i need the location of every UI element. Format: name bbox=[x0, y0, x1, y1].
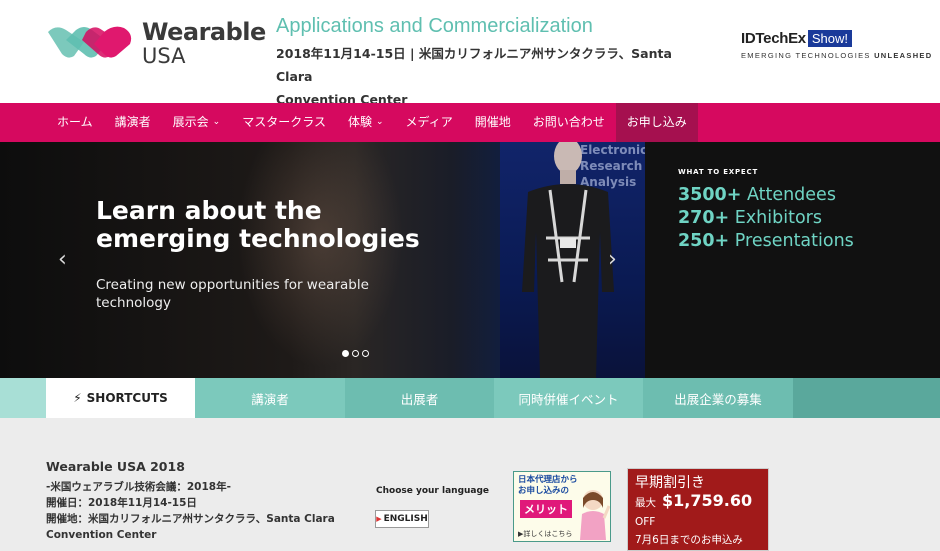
logo-subtitle: USA bbox=[142, 44, 186, 68]
language-english-button[interactable]: ▶ ENGLISH bbox=[375, 510, 429, 528]
carousel-prev-arrow-icon[interactable]: ‹ bbox=[58, 247, 67, 272]
shortcut-exhibitors[interactable]: 出展者 bbox=[345, 378, 494, 418]
nav-label: 体験 bbox=[347, 115, 372, 129]
stat-number: 250+ bbox=[678, 231, 730, 251]
shortcut-speakers[interactable]: 講演者 bbox=[195, 378, 345, 418]
stat-label: Presentations bbox=[729, 231, 854, 251]
hero-image-highlight bbox=[230, 142, 410, 378]
carousel-next-arrow-icon[interactable]: › bbox=[608, 247, 617, 272]
nav-item-contact[interactable]: お問い合わせ bbox=[522, 103, 616, 142]
agent-merit-banner[interactable]: 日本代理店から お申し込みの メリット ▶詳しくはこちら bbox=[513, 471, 611, 542]
early-bird-price: $1,759.60 bbox=[662, 491, 753, 510]
nav-label: ホーム bbox=[57, 115, 93, 129]
nav-label: お申し込み bbox=[626, 115, 687, 129]
nav-item-home[interactable]: ホーム bbox=[46, 103, 104, 142]
tagline-bold: UNLEASHED bbox=[874, 51, 933, 60]
nav-item-exhibition[interactable]: 展示会 ⌄ bbox=[162, 103, 232, 142]
early-bird-title: 早期割引き bbox=[635, 475, 705, 491]
early-bird-banner[interactable]: 早期割引き 最大 $1,759.60 OFF 7月6日までのお申込み bbox=[627, 468, 769, 551]
idtechex-show-badge: Show! bbox=[807, 30, 852, 47]
idtechex-tagline: EMERGING TECHNOLOGIES UNLEASHED bbox=[741, 51, 931, 60]
shortcut-label: 出展者 bbox=[400, 391, 439, 407]
carousel-dot-3[interactable] bbox=[362, 350, 369, 357]
shortcuts-bar: ⚡ SHORTCUTS 講演者 出展者 同時併催イベント 出展企業の募集 bbox=[0, 378, 940, 418]
nav-label: 講演者 bbox=[114, 115, 151, 129]
stat-attendees: 3500+ Attendees bbox=[678, 184, 836, 206]
stat-number: 3500+ bbox=[678, 185, 742, 205]
nav-label: マスタークラス bbox=[242, 115, 326, 129]
idtechex-name: IDTechEx bbox=[741, 30, 806, 47]
hero-headline: Learn about the emerging technologies bbox=[96, 196, 420, 253]
lightning-icon: ⚡ bbox=[73, 391, 82, 405]
hero-carousel: Electronics Research & Analysis Learn ab… bbox=[0, 142, 940, 378]
nav-item-speakers[interactable]: 講演者 bbox=[104, 103, 162, 142]
shortcut-label: 講演者 bbox=[251, 391, 289, 407]
tab-label: SHORTCUTS bbox=[86, 391, 168, 405]
tab-shortcuts[interactable]: ⚡ SHORTCUTS bbox=[46, 378, 195, 418]
stat-label: Exhibitors bbox=[729, 208, 822, 228]
hero-subtext: Creating new opportunities for wearable … bbox=[96, 277, 369, 311]
nav-label: 展示会 bbox=[172, 115, 209, 129]
summary-subtitle: -米国ウェアラブル技術会議：2018年- bbox=[46, 481, 231, 493]
shortcuts-end bbox=[793, 378, 940, 418]
logo-title: Wearable bbox=[142, 18, 266, 46]
nav-item-register[interactable]: お申し込み bbox=[615, 103, 698, 142]
nav-label: 開催地 bbox=[474, 115, 511, 129]
nav-item-experience[interactable]: 体験 ⌄ bbox=[337, 103, 395, 142]
wearable-logo-icon bbox=[48, 26, 132, 58]
site-logo[interactable]: Wearable USA bbox=[46, 20, 266, 70]
merit-link: ▶詳しくはこちら bbox=[518, 530, 573, 538]
nav-item-masterclass[interactable]: マスタークラス bbox=[231, 103, 337, 142]
language-label: Choose your language bbox=[376, 486, 490, 496]
early-bird-deadline: 7月6日までのお申込み bbox=[635, 534, 743, 546]
event-date-location: 2018年11月14-15日 | 米国カリフォルニア州サンタクララ、Santa … bbox=[276, 42, 696, 111]
event-info: Applications and Commercialization 2018年… bbox=[276, 14, 696, 111]
nav-item-venue[interactable]: 開催地 bbox=[464, 103, 522, 142]
carousel-dot-2[interactable] bbox=[352, 350, 359, 357]
what-to-expect-label: WHAT TO EXPECT bbox=[678, 168, 759, 176]
site-header: Wearable USA Applications and Commercial… bbox=[0, 0, 940, 107]
carousel-dot-1[interactable] bbox=[342, 350, 349, 357]
early-bird-off: OFF bbox=[635, 516, 656, 528]
idtechex-logo[interactable]: IDTechEx Show! EMERGING TECHNOLOGIES UNL… bbox=[741, 30, 931, 60]
summary-title: Wearable USA 2018 bbox=[46, 459, 185, 474]
stat-presentations: 250+ Presentations bbox=[678, 230, 854, 252]
event-summary-section: Wearable USA 2018 -米国ウェアラブル技術会議：2018年- 開… bbox=[0, 418, 940, 551]
merit-heading: 日本代理店から お申し込みの bbox=[518, 475, 578, 497]
event-title: Applications and Commercialization bbox=[276, 15, 593, 37]
event-date-line1: 2018年11月14-15日 | 米国カリフォルニア州サンタクララ、Santa … bbox=[276, 46, 672, 84]
early-bird-max-label: 最大 bbox=[635, 497, 656, 509]
shortcut-colocated-events[interactable]: 同時併催イベント bbox=[494, 378, 643, 418]
tagline-light: EMERGING TECHNOLOGIES bbox=[741, 51, 875, 60]
nav-label: お問い合わせ bbox=[532, 115, 605, 129]
shortcut-label: 同時併催イベント bbox=[518, 391, 619, 407]
main-nav: ホーム 講演者 展示会 ⌄ マスタークラス 体験 ⌄ メディア 開催地 お問い合わせ… bbox=[0, 103, 940, 142]
chevron-down-icon: ⌄ bbox=[212, 117, 221, 127]
flag-icon: ▶ bbox=[376, 515, 382, 523]
hero-stats-panel bbox=[645, 142, 940, 378]
shortcut-label: 出展企業の募集 bbox=[674, 391, 762, 407]
merit-line1: 日本代理店から bbox=[518, 475, 578, 485]
merit-badge: メリット bbox=[520, 500, 572, 518]
chevron-down-icon: ⌄ bbox=[376, 117, 384, 127]
stat-label: Attendees bbox=[741, 185, 836, 205]
shortcut-exhibitor-recruitment[interactable]: 出展企業の募集 bbox=[643, 378, 793, 418]
summary-dates: 開催日：2018年11月14-15日 bbox=[46, 497, 197, 509]
woman-illustration-icon bbox=[580, 490, 610, 540]
carousel-dots bbox=[342, 350, 369, 357]
stat-exhibitors: 270+ Exhibitors bbox=[678, 207, 822, 229]
stat-number: 270+ bbox=[678, 208, 730, 228]
nav-label: メディア bbox=[405, 115, 453, 129]
language-button-label: ENGLISH bbox=[383, 514, 428, 524]
shortcuts-spacer bbox=[0, 378, 46, 418]
nav-item-media[interactable]: メディア bbox=[395, 103, 464, 142]
summary-venue: 開催地：米国カリフォルニア州サンタクララ、Santa Clara Convent… bbox=[46, 513, 335, 541]
merit-line2: お申し込みの bbox=[518, 486, 570, 496]
